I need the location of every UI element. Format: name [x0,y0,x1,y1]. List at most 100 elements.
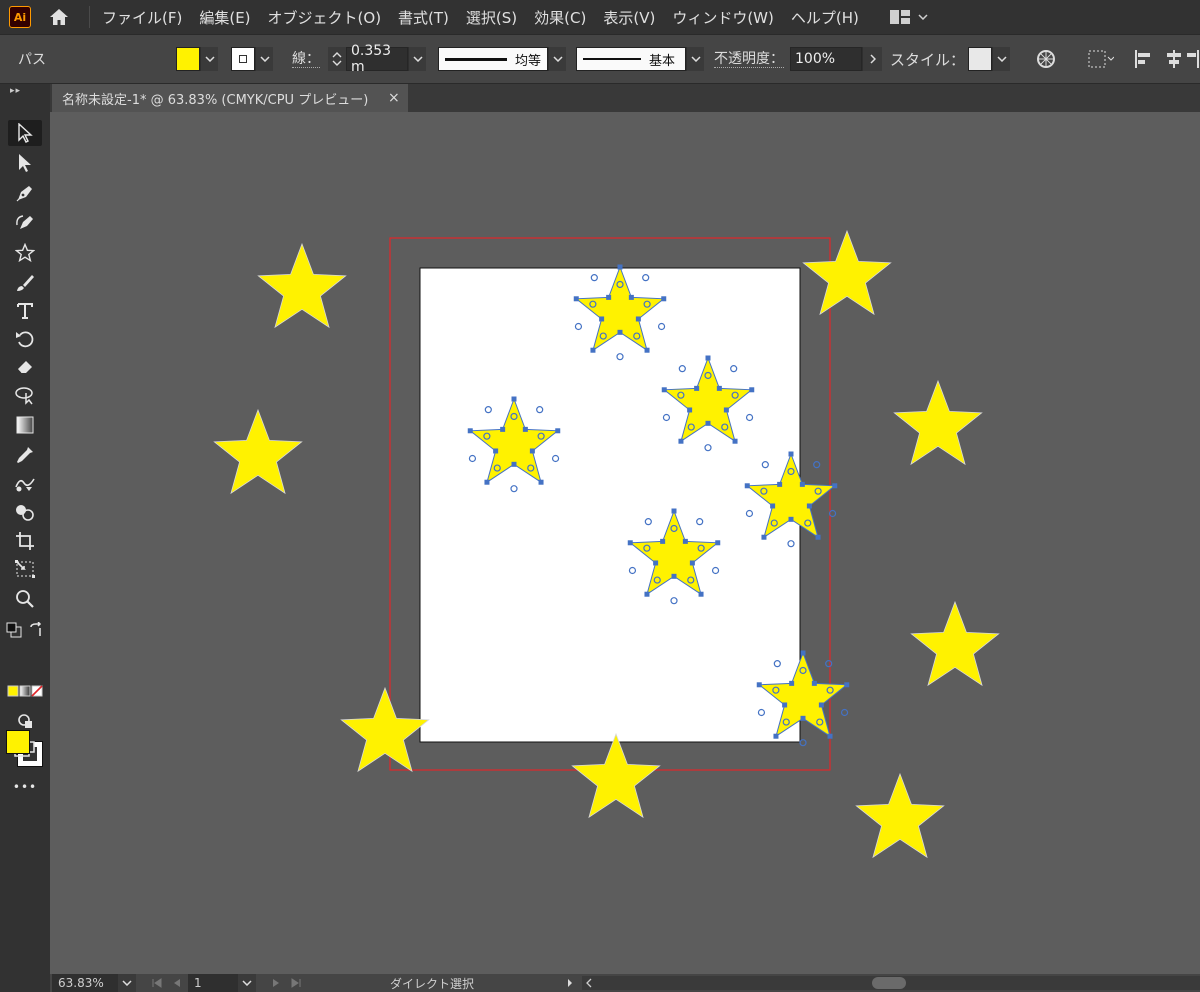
star-shape[interactable] [571,732,661,819]
anchor-point[interactable] [723,407,729,413]
zoom-level-field[interactable]: 63.83% [52,974,118,992]
anchor-point[interactable] [500,426,506,432]
anchor-point[interactable] [694,385,700,391]
anchor-point[interactable] [628,294,634,300]
stroke-weight-dropdown[interactable] [408,47,426,71]
anchor-point[interactable] [806,503,812,509]
stroke-color-control[interactable] [231,47,273,71]
anchor-point[interactable] [682,538,688,544]
curvature-tool[interactable] [8,210,42,236]
graphic-style-dropdown[interactable] [992,47,1010,71]
stroke-weight-control[interactable]: 0.353 m [328,43,426,75]
stroke-weight-stepper[interactable] [328,47,346,71]
anchor-point[interactable] [732,438,738,444]
anchor-point[interactable] [818,702,824,708]
artboard-dropdown[interactable] [238,974,256,992]
anchor-point[interactable] [716,385,722,391]
live-corner-widget[interactable] [813,461,821,469]
zoom-dropdown[interactable] [118,974,136,992]
menu-object[interactable]: オブジェクト(O) [268,7,382,28]
anchor-point[interactable] [770,503,776,509]
anchor-point[interactable] [756,682,762,688]
anchor-point[interactable] [617,329,623,335]
graphic-style-swatch[interactable] [968,47,992,71]
star-shape[interactable] [910,600,1000,687]
menu-view[interactable]: 表示(V) [603,7,655,28]
type-tool[interactable] [8,298,42,324]
anchor-point[interactable] [773,733,779,739]
anchor-point[interactable] [782,702,788,708]
star-shape[interactable] [855,772,945,859]
anchor-point[interactable] [661,296,667,302]
graphic-style-control[interactable] [968,47,1010,71]
menu-edit[interactable]: 編集(E) [199,7,250,28]
anchor-point[interactable] [815,534,821,540]
default-colors-button[interactable] [4,620,24,640]
anchor-point[interactable] [678,438,684,444]
eyedropper-tool[interactable] [8,442,42,468]
anchor-point[interactable] [511,461,517,467]
opacity-control[interactable]: 100% [790,47,882,71]
zoom-tool[interactable] [8,586,42,612]
anchor-point[interactable] [635,316,641,322]
menu-file[interactable]: ファイル(F) [102,7,182,28]
panel-grip-icon[interactable]: ▸▸ [10,86,21,96]
anchor-point[interactable] [777,481,783,487]
stroke-weight-label[interactable]: 線： [292,35,320,83]
menu-effect[interactable]: 効果(C) [534,7,586,28]
scrollbar-thumb[interactable] [872,977,906,989]
pen-tool[interactable] [8,180,42,206]
star-shape[interactable] [340,686,430,773]
anchor-point[interactable] [606,294,612,300]
star-shape[interactable] [802,229,892,316]
anchor-point[interactable] [689,560,695,566]
swap-colors-button[interactable] [26,620,46,640]
eraser-tool[interactable] [8,354,42,380]
anchor-point[interactable] [644,591,650,597]
anchor-point[interactable] [788,516,794,522]
align-center-button[interactable] [1162,47,1186,71]
anchor-point[interactable] [799,481,805,487]
anchor-point[interactable] [687,407,693,413]
opacity-label[interactable]: 不透明度： [714,35,784,83]
menu-type[interactable]: 書式(T) [398,7,449,28]
anchor-point[interactable] [705,355,711,361]
direct-selection-tool[interactable] [8,150,42,176]
anchor-point[interactable] [800,715,806,721]
close-tab-button[interactable]: × [388,90,400,106]
gradient-tool[interactable] [8,412,42,438]
anchor-point[interactable] [644,347,650,353]
anchor-point[interactable] [529,448,535,454]
anchor-point[interactable] [844,682,850,688]
star-shape[interactable] [257,242,347,329]
anchor-point[interactable] [788,451,794,457]
fill-swatch[interactable] [176,47,200,71]
menu-window[interactable]: ウィンドウ(W) [672,7,774,28]
rotate-tool[interactable] [8,326,42,352]
live-corner-widget[interactable] [840,708,849,717]
anchor-point[interactable] [811,680,817,686]
anchor-point[interactable] [599,316,605,322]
anchor-point[interactable] [761,534,767,540]
anchor-point[interactable] [467,428,473,434]
anchor-point[interactable] [484,479,490,485]
variable-width-dropdown[interactable] [548,47,566,71]
artboard-nav-next[interactable] [266,974,306,992]
fill-dropdown[interactable] [200,47,218,71]
anchor-point[interactable] [660,538,666,544]
star-shape[interactable] [893,379,983,466]
live-corner-widget[interactable] [799,739,807,747]
star-tool[interactable] [8,240,42,266]
stroke-swatch[interactable] [231,47,255,71]
anchor-point[interactable] [671,573,677,579]
anchor-point[interactable] [653,560,659,566]
anchor-point[interactable] [789,680,795,686]
canvas-area[interactable] [50,112,1200,974]
opacity-field[interactable]: 100% [790,47,862,71]
brush-dropdown[interactable] [686,47,704,71]
artboard-number-field[interactable]: 1 [188,974,238,992]
edit-toolbar-button[interactable]: ••• [8,774,42,800]
document-tab[interactable]: 名称未設定-1* @ 63.83% (CMYK/CPU プレビュー) × [52,84,408,112]
anchor-point[interactable] [698,591,704,597]
anchor-point[interactable] [744,483,750,489]
